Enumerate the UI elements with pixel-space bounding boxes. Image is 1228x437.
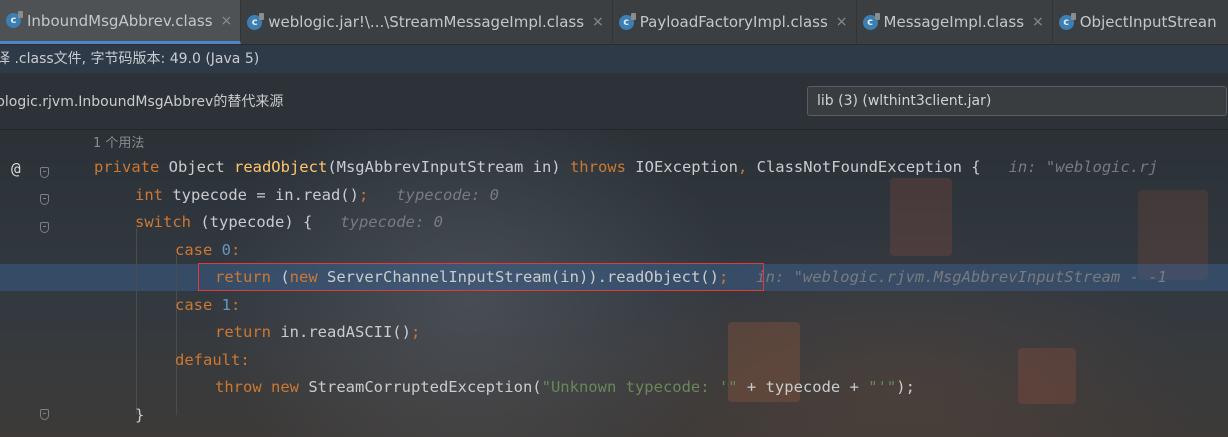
usage-count-hint[interactable]: 1 个用法 — [93, 132, 144, 151]
highlight-box — [198, 263, 764, 291]
code-line[interactable]: } — [0, 402, 1228, 429]
code-token: 1 — [221, 296, 232, 314]
inline-debug-hint: in: "weblogic.rj — [980, 158, 1158, 176]
tab-stream-message-impl[interactable]: c weblogic.jar!\...\StreamMessageImpl.cl… — [241, 0, 613, 44]
code-text: case 0: — [175, 237, 240, 264]
code-token: int — [135, 186, 173, 204]
class-version-text: 译 .class文件, 字节码版本: 49.0 (Java 5) — [0, 51, 260, 67]
code-token: typecode = in.read() — [172, 186, 359, 204]
code-token: throws — [569, 158, 636, 176]
code-line[interactable]: private Object readObject(MsgAbbrevInput… — [0, 154, 1228, 181]
code-line[interactable]: int typecode = in.read(); typecode: 0 — [0, 182, 1228, 209]
close-icon[interactable]: × — [221, 13, 233, 29]
code-text: private Object readObject(MsgAbbrevInput… — [94, 154, 1158, 181]
code-token: case — [175, 296, 222, 314]
tab-label: ObjectInputStrean — [1079, 13, 1217, 31]
code-text: switch (typecode) { typecode: 0 — [135, 209, 443, 236]
code-line[interactable]: return in.readASCII(); — [0, 319, 1228, 346]
code-token: "Unknown typecode: '" — [541, 378, 738, 396]
code-token: : — [240, 351, 250, 369]
inline-debug-hint: typecode: 0 — [368, 186, 499, 204]
code-text: default: — [175, 347, 250, 374]
code-line[interactable]: throw new StreamCorruptedException("Unkn… — [0, 374, 1228, 401]
class-file-icon: c — [862, 12, 880, 30]
tab-object-input-stream[interactable]: c ObjectInputStrean — [1053, 0, 1228, 44]
code-token: return — [215, 323, 281, 341]
code-text: case 1: — [175, 292, 240, 319]
tab-label: InboundMsgAbbrev.class — [27, 11, 213, 30]
code-text: return in.readASCII(); — [215, 319, 420, 346]
code-token: StreamCorruptedException( — [308, 378, 542, 396]
close-icon[interactable]: × — [1032, 14, 1044, 30]
code-token: : — [231, 241, 241, 259]
close-icon[interactable]: × — [592, 14, 604, 30]
inline-debug-hint: typecode: 0 — [312, 213, 443, 231]
code-token: ; — [410, 323, 421, 341]
code-token: + typecode + — [737, 378, 869, 396]
class-file-icon: c — [618, 12, 636, 30]
code-text: } — [135, 402, 144, 429]
code-token: new — [271, 378, 309, 396]
code-token: Object — [168, 158, 234, 176]
close-icon[interactable]: × — [836, 14, 848, 30]
code-token: default — [175, 351, 241, 369]
class-file-icon: c — [6, 11, 23, 28]
code-line[interactable]: case 0: — [0, 237, 1228, 264]
code-token: case — [175, 241, 222, 259]
inline-debug-hint: in: "weblogic.rjvm.MsgAbbrevInputStream … — [728, 268, 1167, 286]
code-token: 0 — [221, 241, 232, 259]
code-token: : — [231, 296, 241, 314]
code-token: ClassNotFoundException { — [756, 158, 981, 176]
code-token: ; — [358, 186, 369, 204]
tab-label: weblogic.jar!\...\StreamMessageImpl.clas… — [268, 13, 585, 31]
alternative-source-bar: blogic.rjvm.InboundMsgAbbrev的替代来源 lib (3… — [0, 73, 1228, 130]
code-token: IOException — [635, 158, 738, 176]
tab-inbound-msg-abbrev[interactable]: c InboundMsgAbbrev.class × — [0, 0, 242, 44]
code-token: throw — [215, 378, 271, 396]
library-select[interactable]: lib (3) (wlthint3client.jar) — [807, 86, 1227, 116]
code-token: private — [94, 158, 169, 176]
tab-label: PayloadFactoryImpl.class — [639, 13, 828, 31]
alternative-source-text: blogic.rjvm.InboundMsgAbbrev的替代来源 — [0, 94, 284, 110]
code-token: ); — [896, 378, 915, 396]
code-text: int typecode = in.read(); typecode: 0 — [135, 182, 499, 209]
code-token: in.readASCII() — [280, 323, 411, 341]
code-token: "'" — [868, 378, 897, 396]
class-file-icon: c — [247, 12, 265, 30]
code-token: } — [135, 406, 145, 424]
class-file-icon: c — [1058, 12, 1076, 30]
code-line[interactable]: default: — [0, 347, 1228, 374]
code-editor[interactable]: @ 1 个用法 private Object readObject(MsgAbb… — [0, 130, 1228, 437]
code-token: switch — [135, 213, 201, 231]
code-token: (typecode) { — [200, 213, 313, 231]
code-text: throw new StreamCorruptedException("Unkn… — [215, 374, 915, 401]
tab-label: MessageImpl.class — [883, 13, 1025, 31]
tab-payload-factory-impl[interactable]: c PayloadFactoryImpl.class × — [613, 0, 857, 44]
decompiled-class-notice: 译 .class文件, 字节码版本: 49.0 (Java 5) — [0, 45, 1228, 73]
tab-message-impl[interactable]: c MessageImpl.class × — [857, 0, 1053, 44]
code-line[interactable]: case 1: — [0, 292, 1228, 319]
code-line[interactable]: switch (typecode) { typecode: 0 — [0, 209, 1228, 236]
code-token: readObject — [233, 158, 328, 176]
editor-tab-bar: c InboundMsgAbbrev.class × c weblogic.ja… — [0, 0, 1228, 45]
code-token: (MsgAbbrevInputStream in) — [327, 158, 570, 176]
code-token: , — [737, 158, 757, 176]
